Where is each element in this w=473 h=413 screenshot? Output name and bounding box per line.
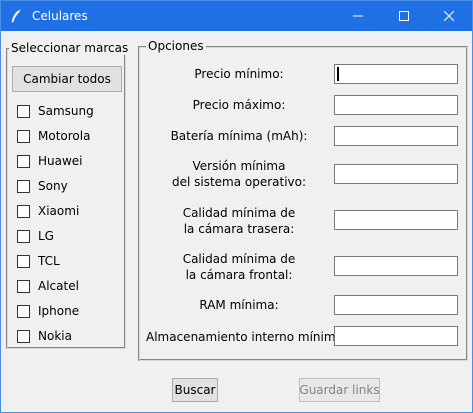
field-label-line: Calidad mínima de [182,252,296,266]
field-input-6[interactable] [334,295,458,315]
maximize-icon [399,11,409,21]
checkbox-box[interactable] [17,329,30,343]
field-input-5[interactable] [334,256,458,276]
field-label-line: Almacenamiento interno mínimo: [146,330,347,344]
toggle-all-button[interactable]: Cambiar todos [12,66,122,92]
brand-checkbox-8[interactable]: Iphone [17,303,79,319]
field-label-3: Versión mínima del sistema operativo: [146,158,332,190]
brand-checkbox-7[interactable]: Alcatel [17,278,79,294]
field-label-6: RAM mínima: [146,297,332,313]
brand-checkbox-5[interactable]: LG [17,228,54,244]
brand-checkbox-1[interactable]: Motorola [17,128,90,144]
minimize-button[interactable] [335,1,381,31]
checkbox-box[interactable] [17,304,30,318]
save-links-button[interactable]: Guardar links [299,378,380,402]
brand-label: Huawei [38,154,83,168]
brands-legend: Seleccionar marcas [9,41,131,55]
checkbox-box[interactable] [17,179,30,193]
brand-label: Alcatel [38,279,79,293]
close-icon [444,11,454,21]
feather-icon [11,9,21,23]
field-label-4: Calidad mínima de la cámara trasera: [146,205,332,237]
checkbox-box[interactable] [17,279,30,293]
brand-label: Nokia [38,329,72,343]
brand-label: Sony [38,179,68,193]
maximize-button[interactable] [381,1,427,31]
field-label-line: Batería mínima (mAh): [170,129,308,143]
field-label-line: del sistema operativo: [171,175,307,189]
checkbox-box[interactable] [17,104,30,118]
field-input-3[interactable] [334,164,458,184]
brand-checkbox-9[interactable]: Nokia [17,328,72,344]
brand-checkbox-0[interactable]: Samsung [17,103,94,119]
field-label-line: Precio mínimo: [194,67,284,81]
field-label-line: la cámara frontal: [185,268,293,282]
field-label-line: Precio máximo: [192,98,286,112]
close-button[interactable] [426,1,472,31]
checkbox-box[interactable] [17,229,30,243]
checkbox-box[interactable] [17,254,30,268]
brand-label: Xiaomi [38,204,80,218]
field-label-5: Calidad mínima de la cámara frontal: [146,251,332,283]
window-title: Celulares [32,9,88,23]
checkbox-box[interactable] [17,204,30,218]
checkbox-box[interactable] [17,129,30,143]
brand-label: Motorola [38,129,91,143]
search-button[interactable]: Buscar [172,378,218,402]
brand-label: LG [38,229,54,243]
options-legend: Opciones [146,39,206,53]
brand-checkbox-4[interactable]: Xiaomi [17,203,79,219]
brand-checkbox-3[interactable]: Sony [17,178,68,194]
brand-checkbox-2[interactable]: Huawei [17,153,83,169]
field-label-2: Batería mínima (mAh): [146,128,332,144]
checkbox-box[interactable] [17,154,30,168]
text-caret [337,67,339,81]
brand-label: Iphone [38,304,80,318]
field-input-4[interactable] [334,210,458,230]
title-bar[interactable]: Celulares [1,1,472,31]
field-label-0: Precio mínimo: [146,66,332,82]
app-window: Celulares Seleccionar marcas Cambiar tod… [0,0,473,413]
field-input-1[interactable] [334,95,458,115]
field-input-0[interactable] [334,64,458,84]
brand-checkbox-6[interactable]: TCL [17,253,60,269]
brand-label: TCL [38,254,60,268]
field-label-1: Precio máximo: [146,97,332,113]
field-label-line: Calidad mínima de [182,206,296,220]
field-input-2[interactable] [334,126,458,146]
field-input-7[interactable] [334,326,458,346]
field-label-7: Almacenamiento interno mínimo: [146,329,347,345]
field-label-line: RAM mínima: [199,298,279,312]
minimize-icon [353,15,363,17]
field-label-line: la cámara trasera: [183,222,295,236]
brand-label: Samsung [38,104,94,118]
field-label-line: Versión mínima [192,159,286,173]
